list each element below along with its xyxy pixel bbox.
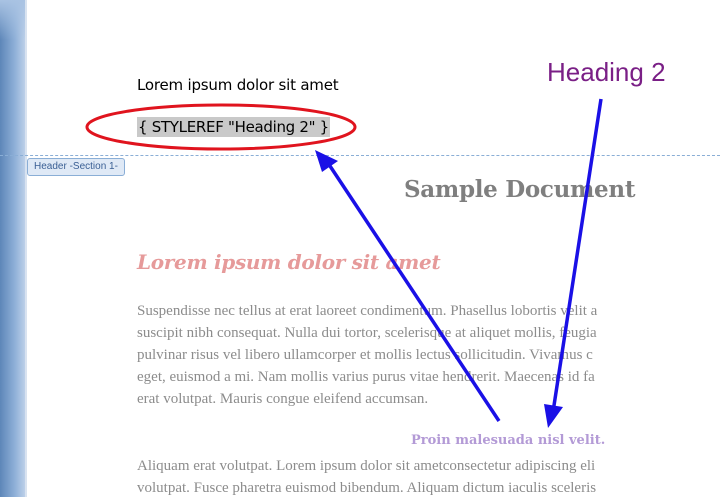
heading2-callout-label: Heading 2	[547, 57, 666, 87]
arrow-to-field-code	[315, 150, 501, 422]
field-highlight-ellipse	[85, 103, 357, 151]
arrow-to-heading2	[544, 98, 603, 428]
